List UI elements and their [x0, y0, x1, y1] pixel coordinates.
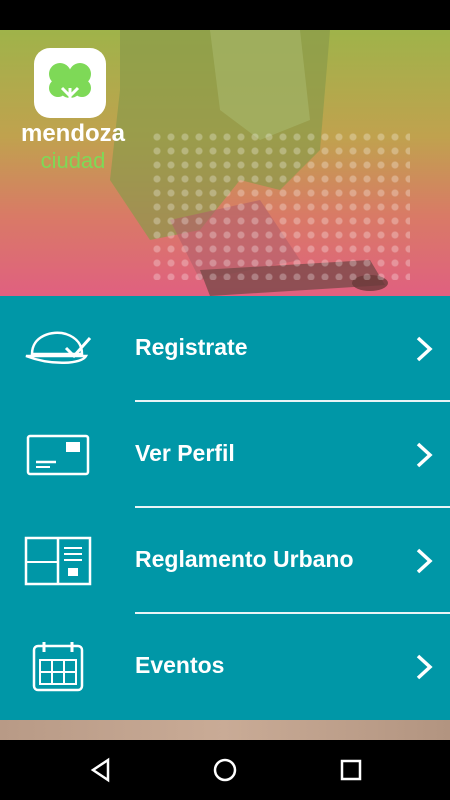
main-menu: Registrate Ver Perfil Reglamento Urbano: [0, 296, 450, 720]
logo-mark: [34, 48, 106, 118]
menu-label: Reglamento Urbano: [135, 546, 354, 572]
menu-label: Registrate: [135, 334, 248, 360]
mendoza-logo: mendoza ciudad: [18, 48, 128, 188]
logo-subtitle: ciudad: [40, 148, 106, 173]
chevron-right-icon: [416, 442, 433, 468]
book-icon: [24, 536, 92, 586]
chevron-right-icon: [416, 548, 433, 574]
menu-item-eventos[interactable]: Eventos: [0, 614, 450, 720]
bottom-image-strip: [0, 720, 450, 740]
halftone-pattern: [150, 130, 410, 280]
chevron-right-icon: [416, 336, 433, 362]
status-bar: [0, 0, 450, 30]
logo-name: mendoza: [20, 120, 125, 147]
calendar-icon: [32, 642, 84, 692]
menu-label: Eventos: [135, 652, 225, 678]
android-nav-bar: [0, 740, 450, 800]
menu-item-reglamento-urbano[interactable]: Reglamento Urbano: [0, 508, 450, 614]
menu-item-ver-perfil[interactable]: Ver Perfil: [0, 402, 450, 508]
menu-item-registrate[interactable]: Registrate: [0, 296, 450, 402]
cap-check-icon: [25, 331, 92, 364]
chevron-right-icon: [416, 654, 433, 680]
id-card-icon: [26, 434, 90, 476]
menu-label: Ver Perfil: [135, 440, 235, 466]
hero-banner: mendoza ciudad: [0, 30, 450, 296]
home-icon[interactable]: [212, 757, 238, 783]
back-icon[interactable]: [88, 757, 114, 783]
tree-logo-icon: [49, 63, 91, 110]
recents-icon[interactable]: [338, 757, 364, 783]
